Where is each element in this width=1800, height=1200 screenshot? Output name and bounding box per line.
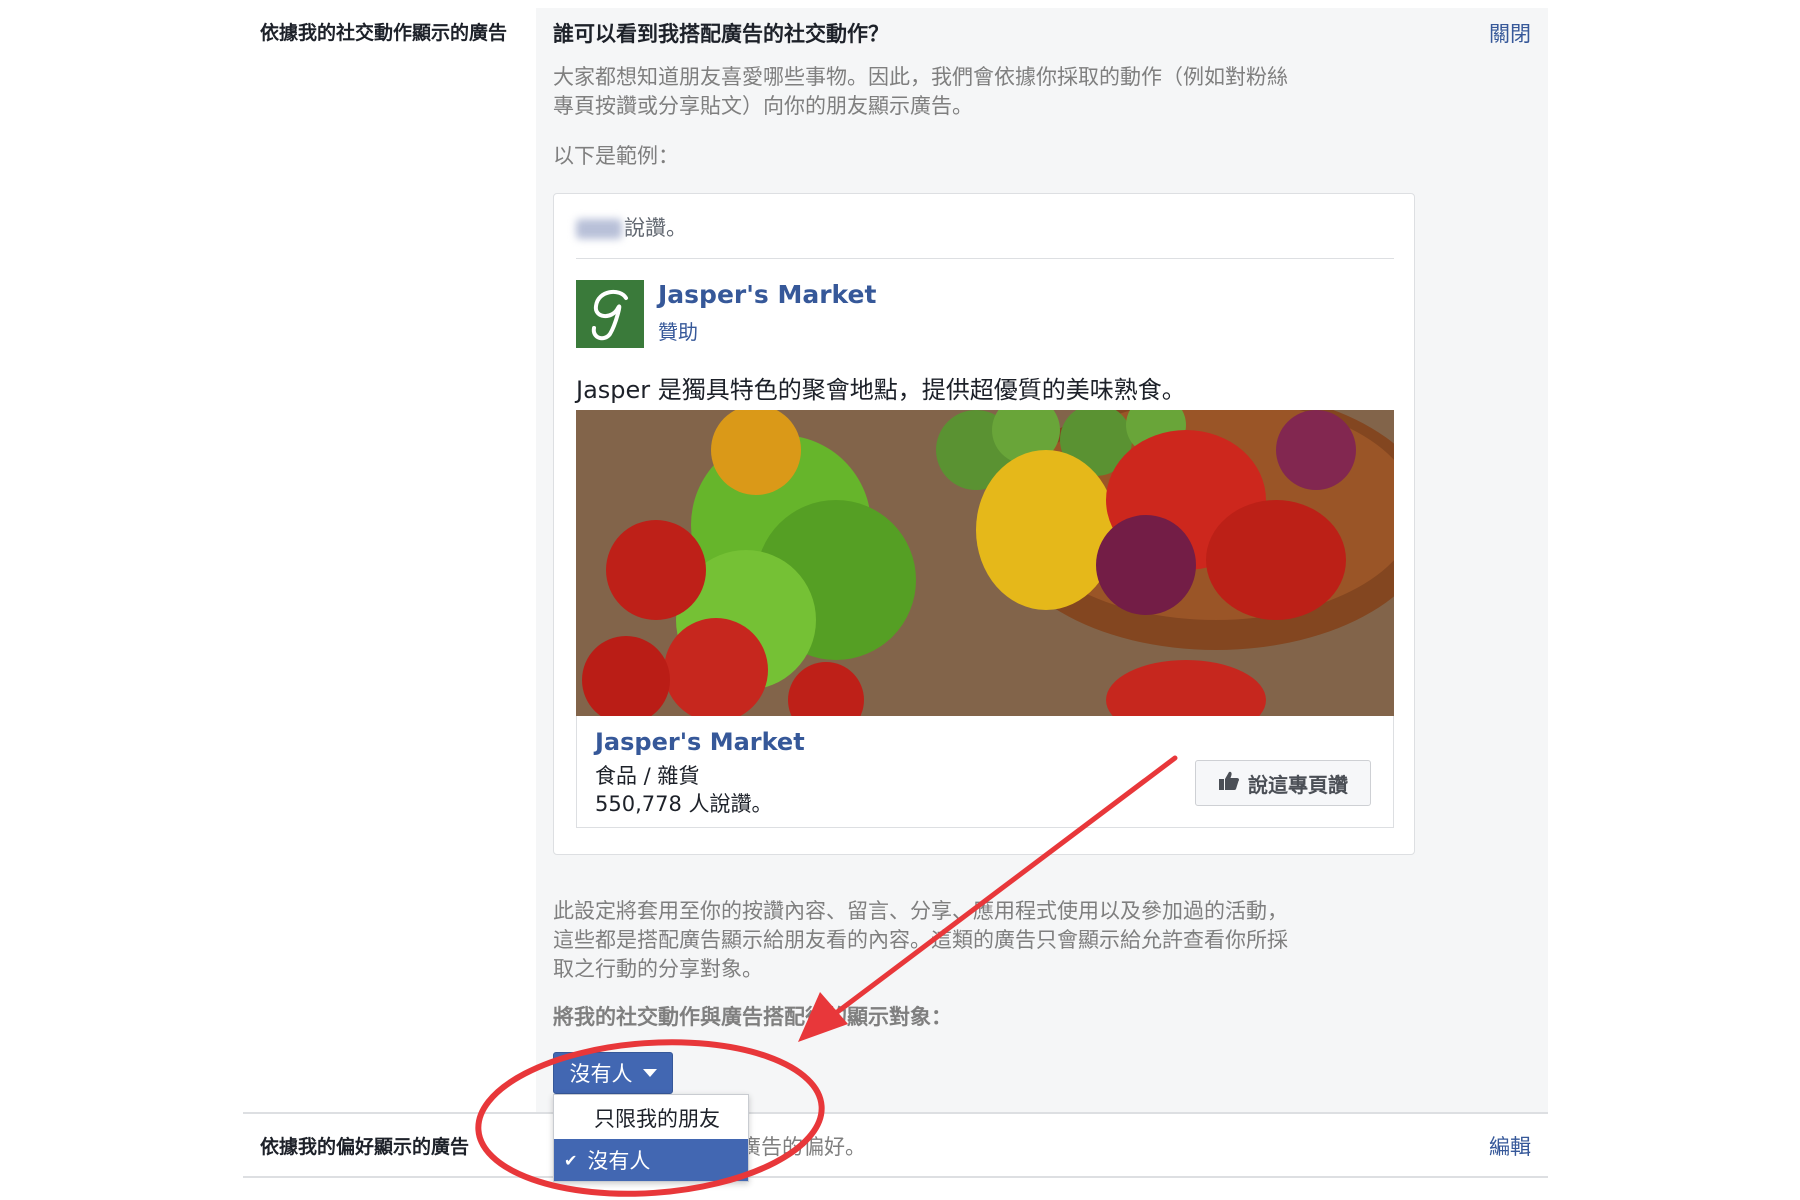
social-context: 說讚。: [576, 212, 687, 242]
menu-item-friends-only[interactable]: 只限我的朋友: [554, 1097, 748, 1139]
section-title: 誰可以看到我搭配廣告的社交動作？: [553, 22, 889, 46]
blurred-friend-name: [576, 219, 622, 239]
audience-dropdown-button[interactable]: 沒有人: [553, 1052, 673, 1094]
close-link[interactable]: 關閉: [1489, 18, 1531, 48]
row-divider: [243, 1112, 1548, 1114]
intro-text: 大家都想知道朋友喜愛哪些事物。因此，我們會依據你採取的動作（例如對粉絲 專頁按讚…: [553, 63, 1288, 121]
setting-note: 此設定將套用至你的按讚內容、留言、分享、應用程式使用以及參加過的活動， 這些都是…: [553, 897, 1288, 984]
page-category: 食品 / 雜貨: [595, 764, 700, 788]
note-line: 此設定將套用至你的按讚內容、留言、分享、應用程式使用以及參加過的活動，: [553, 899, 1288, 923]
note-line: 這些都是搭配廣告顯示給朋友看的內容。這類的廣告只會顯示給允許查看你所採: [553, 928, 1288, 952]
audience-label: 將我的社交動作與廣告搭配後的顯示對象：: [553, 1005, 952, 1029]
row-label-preferences: 依據我的偏好顯示的廣告: [260, 1136, 470, 1158]
vegetables-image[interactable]: [576, 410, 1394, 716]
menu-item-label: 只限我的朋友: [594, 1107, 720, 1131]
audience-dropdown-menu: 只限我的朋友 ✔ 沒有人: [553, 1094, 749, 1182]
edit-link[interactable]: 編輯: [1489, 1131, 1531, 1161]
like-page-label: 說這專頁讚: [1248, 772, 1348, 797]
ad-example-card: 說讚。 Jasper's Market 贊助 Jasper 是獨具特色的聚會地點…: [553, 193, 1415, 855]
intro-line: 大家都想知道朋友喜愛哪些事物。因此，我們會依據你採取的動作（例如對粉絲: [553, 65, 1288, 89]
menu-item-label: 沒有人: [587, 1149, 651, 1173]
intro-line: 專頁按讚或分享貼文）向你的朋友顯示廣告。: [553, 94, 973, 118]
row-divider: [243, 1176, 1548, 1178]
example-heading: 以下是範例：: [553, 144, 679, 168]
attachment-page-name[interactable]: Jasper's Market: [595, 728, 805, 756]
page-name-link[interactable]: Jasper's Market: [658, 280, 876, 309]
thumbs-up-icon: [1218, 771, 1240, 796]
page-like-count: 550,778 人說讚。: [595, 792, 773, 816]
sponsored-label[interactable]: 贊助: [658, 316, 698, 345]
check-icon: ✔: [564, 1150, 578, 1170]
social-context-text: 說讚。: [624, 216, 687, 240]
like-page-button[interactable]: 說這專頁讚: [1195, 760, 1371, 806]
row2-description: 廣告的偏好。: [740, 1135, 866, 1159]
script-j-logo[interactable]: [576, 280, 644, 348]
note-line: 取之行動的分享對象。: [553, 957, 763, 981]
ad-text: Jasper 是獨具特色的聚會地點，提供超優質的美味熟食。: [576, 376, 1186, 404]
card-divider: [576, 258, 1394, 259]
ad-attachment: Jasper's Market 食品 / 雜貨 550,778 人說讚。 說這專…: [576, 716, 1394, 828]
audience-selected-label: 沒有人: [569, 1062, 633, 1086]
menu-item-nobody[interactable]: ✔ 沒有人: [554, 1139, 748, 1181]
row-label-social-actions: 依據我的社交動作顯示的廣告: [260, 22, 508, 44]
caret-down-icon: [642, 1069, 657, 1077]
